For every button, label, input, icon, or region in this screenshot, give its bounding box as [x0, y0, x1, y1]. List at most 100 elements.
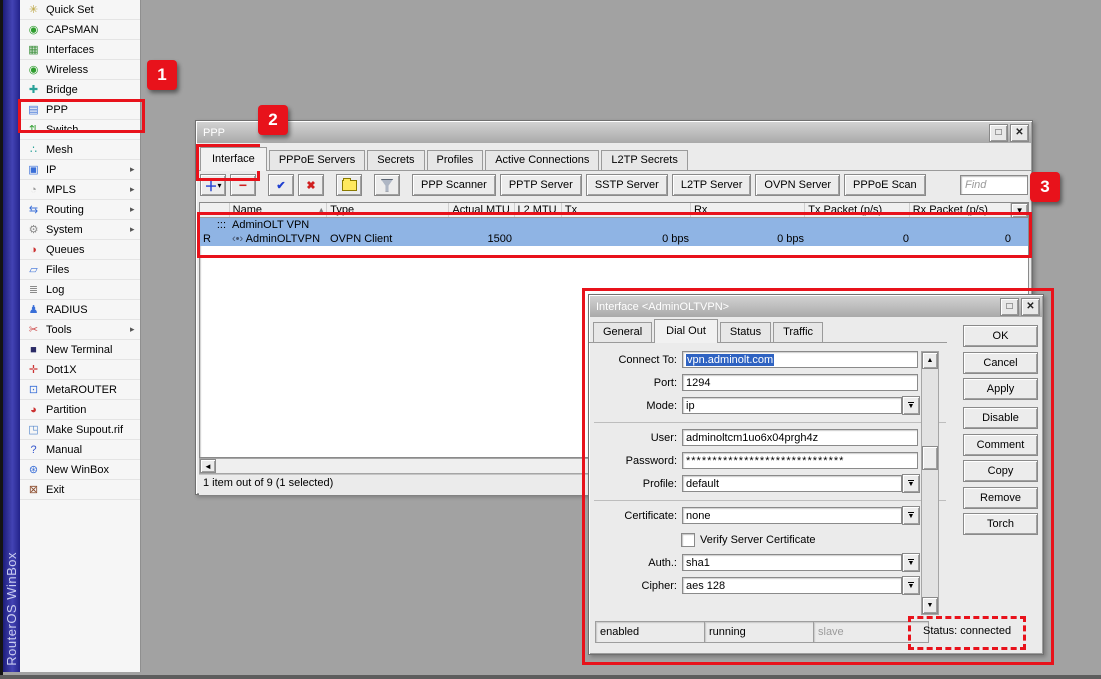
close-icon[interactable]: ✕ [1021, 298, 1040, 316]
password-field[interactable]: ****************************** [682, 452, 918, 469]
sidebar-item-mpls[interactable]: ◔MPLS▸ [20, 180, 140, 200]
sidebar-item-partition[interactable]: ◕Partition [20, 400, 140, 420]
tab-dial-out[interactable]: Dial Out [654, 319, 718, 343]
find-input[interactable]: Find [960, 175, 1028, 195]
row-l2-mtu [515, 232, 562, 246]
row-tx: 0 bps [562, 232, 692, 246]
maximize-icon[interactable]: □ [1000, 298, 1019, 316]
cancel-button[interactable]: Cancel [963, 352, 1038, 374]
sidebar-item-tools[interactable]: ✂Tools▸ [20, 320, 140, 340]
col-l2-mtu[interactable]: L2 MTU [515, 203, 562, 217]
comment-button[interactable] [336, 174, 362, 196]
ovpn-server-button[interactable]: OVPN Server [755, 174, 840, 196]
sidebar-item-interfaces[interactable]: ▦Interfaces [20, 40, 140, 60]
mode-dropdown-button[interactable]: ▼ [902, 396, 920, 415]
sidebar-item-switch[interactable]: ⇅Switch [20, 120, 140, 140]
add-button[interactable]: ＋ ▾ [200, 174, 226, 196]
ppp-tabstrip: Interface PPPoE Servers Secrets Profiles… [196, 144, 1032, 170]
pptp-server-button[interactable]: PPTP Server [500, 174, 582, 196]
tab-interface[interactable]: Interface [200, 147, 267, 171]
col-type[interactable]: Type [327, 203, 449, 217]
sidebar-item-bridge[interactable]: ✚Bridge [20, 80, 140, 100]
sidebar-item-system[interactable]: ⚙System▸ [20, 220, 140, 240]
profile-field[interactable]: default [682, 475, 902, 492]
col-name[interactable]: Name ▴ [230, 203, 328, 217]
cipher-field[interactable]: aes 128 [682, 577, 902, 594]
sidebar-item-ip[interactable]: ▣IP▸ [20, 160, 140, 180]
column-select-button[interactable]: ▼ [1011, 203, 1028, 218]
certificate-dropdown-button[interactable]: ▼ [902, 506, 920, 525]
scroll-up-icon[interactable]: ▲ [922, 352, 938, 369]
ppp-window-titlebar[interactable]: PPP □ ✕ [197, 122, 1031, 143]
sidebar-item-log[interactable]: ≣Log [20, 280, 140, 300]
mode-field[interactable]: ip [682, 397, 902, 414]
disable-button[interactable]: Disable [963, 407, 1038, 429]
connect-to-field[interactable]: vpn.adminolt.com [682, 351, 918, 368]
close-icon[interactable]: ✕ [1010, 124, 1029, 142]
apply-button[interactable]: Apply [963, 378, 1038, 400]
tab-l2tp-secrets[interactable]: L2TP Secrets [601, 150, 687, 170]
scrollbar-thumb[interactable] [922, 446, 938, 470]
dialog-titlebar[interactable]: Interface <AdminOLTVPN> □ ✕ [590, 296, 1042, 317]
sstp-server-button[interactable]: SSTP Server [586, 174, 668, 196]
disable-button[interactable]: ✖ [298, 174, 324, 196]
cipher-dropdown-button[interactable]: ▼ [902, 576, 920, 595]
col-rx-packet[interactable]: Rx Packet (p/s) [910, 203, 1012, 217]
comment-button[interactable]: Comment [963, 434, 1038, 456]
l2tp-server-button[interactable]: L2TP Server [672, 174, 752, 196]
sidebar-item-new-terminal[interactable]: ■New Terminal [20, 340, 140, 360]
tab-secrets[interactable]: Secrets [367, 150, 424, 170]
tab-status[interactable]: Status [720, 322, 771, 342]
copy-button[interactable]: Copy [963, 460, 1038, 482]
sidebar-item-metarouter[interactable]: ⊡MetaROUTER [20, 380, 140, 400]
ppp-scanner-button[interactable]: PPP Scanner [412, 174, 496, 196]
enable-button[interactable]: ✔ [268, 174, 294, 196]
col-tx[interactable]: Tx [562, 203, 691, 217]
port-field[interactable]: 1294 [682, 374, 918, 391]
sidebar-item-manual[interactable]: ?Manual [20, 440, 140, 460]
sidebar-item-new-winbox[interactable]: ⊛New WinBox [20, 460, 140, 480]
sidebar-item-routing[interactable]: ⇆Routing▸ [20, 200, 140, 220]
certificate-field[interactable]: none [682, 507, 902, 524]
sidebar-item-files[interactable]: ▱Files [20, 260, 140, 280]
col-tx-packet[interactable]: Tx Packet (p/s) [805, 203, 909, 217]
sidebar-item-quick-set[interactable]: ✳Quick Set [20, 0, 140, 20]
remove-button[interactable]: − [230, 174, 256, 196]
tab-profiles[interactable]: Profiles [427, 150, 484, 170]
sidebar-item-capsman[interactable]: ◉CAPsMAN [20, 20, 140, 40]
sidebar-item-queues[interactable]: ◑Queues [20, 240, 140, 260]
tab-traffic[interactable]: Traffic [773, 322, 823, 342]
scroll-down-icon[interactable]: ▼ [922, 597, 938, 614]
ok-button[interactable]: OK [963, 325, 1038, 347]
filter-button[interactable] [374, 174, 400, 196]
maximize-icon[interactable]: □ [989, 124, 1008, 142]
user-field[interactable]: adminoltcm1uo6x04prgh4z [682, 429, 918, 446]
col-actual-mtu[interactable]: Actual MTU [449, 203, 514, 217]
remove-button[interactable]: Remove [963, 487, 1038, 509]
verify-server-certificate-checkbox[interactable] [681, 533, 695, 547]
sidebar-item-radius[interactable]: ♟RADIUS [20, 300, 140, 320]
sidebar-item-mesh[interactable]: ∴Mesh [20, 140, 140, 160]
sidebar-item-label: Queues [46, 244, 138, 256]
tab-pppoe-servers[interactable]: PPPoE Servers [269, 150, 365, 170]
profile-dropdown-button[interactable]: ▼ [902, 474, 920, 493]
sidebar-item-ppp[interactable]: ▤PPP [20, 100, 140, 120]
form-scrollbar[interactable]: ▲ ▼ [921, 351, 939, 615]
table-row-adminoltvpn[interactable]: R ‹•› AdminOLTVPN OVPN Client 1500 0 bps… [200, 232, 1028, 246]
auth-dropdown-button[interactable]: ▼ [902, 553, 920, 572]
table-row-comment[interactable]: ::: AdminOLT VPN [200, 218, 1028, 232]
tab-general[interactable]: General [593, 322, 652, 342]
col-rx[interactable]: Rx [691, 203, 805, 217]
auth-field[interactable]: sha1 [682, 554, 902, 571]
sidebar-item-dot1x[interactable]: ✛Dot1X [20, 360, 140, 380]
sidebar-item-make-supout-rif[interactable]: ◳Make Supout.rif [20, 420, 140, 440]
scroll-left-icon[interactable]: ◄ [200, 459, 216, 473]
tab-active-connections[interactable]: Active Connections [485, 150, 599, 170]
sidebar-item-wireless[interactable]: ◉Wireless [20, 60, 140, 80]
pppoe-scan-button[interactable]: PPPoE Scan [844, 174, 926, 196]
sidebar-item-exit[interactable]: ⊠Exit [20, 480, 140, 500]
verify-server-certificate-label: Verify Server Certificate [700, 534, 816, 546]
torch-button[interactable]: Torch [963, 513, 1038, 535]
annotation-badge-1: 1 [147, 60, 177, 90]
col-selector[interactable] [200, 203, 230, 217]
